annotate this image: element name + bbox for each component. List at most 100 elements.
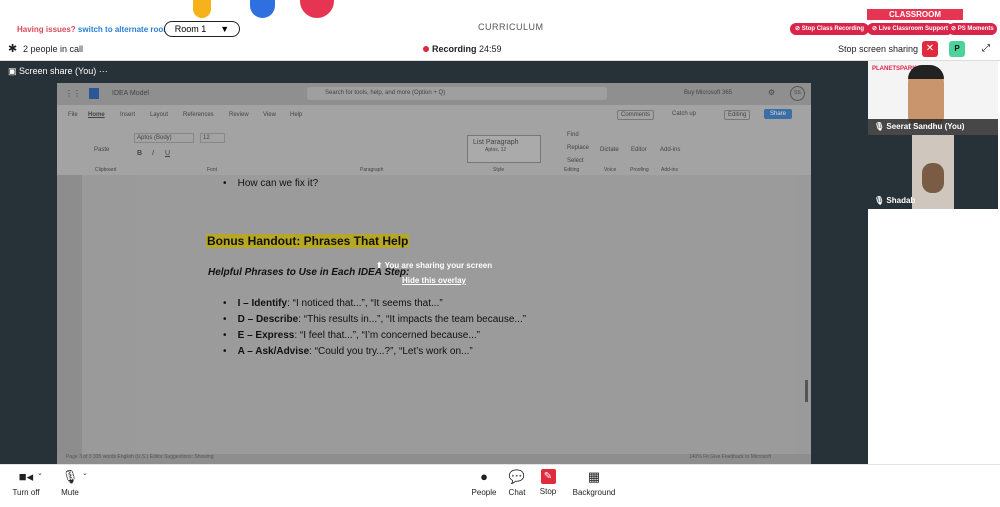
- group-proofing: Proofing: [630, 167, 649, 173]
- document-scrollbar[interactable]: [805, 380, 808, 402]
- background-label: Background: [572, 488, 616, 497]
- tab-insert[interactable]: Insert: [120, 112, 135, 118]
- screen-share-label: Screen share (You): [19, 66, 97, 76]
- room-label: Room 1: [174, 24, 207, 34]
- bottom-control-bar: [0, 464, 1000, 507]
- participant-tile-other[interactable]: 🎙 Shadab: [868, 135, 998, 209]
- group-voice: Voice: [604, 167, 617, 173]
- status-left: Page 3 of 3 335 words English (U.S.) Edi…: [66, 454, 214, 460]
- document-name[interactable]: IDEA Model: [112, 90, 149, 97]
- group-font: Font: [207, 167, 218, 173]
- document-heading: Bonus Handout: Phrases That Help: [206, 234, 410, 248]
- item-term: A – Ask/Advise: [237, 346, 310, 357]
- participant-name: 🎙 Shadab: [874, 196, 915, 205]
- find-button[interactable]: Find: [567, 132, 579, 138]
- gear-icon[interactable]: ✱: [8, 42, 17, 55]
- item-text: : “Could you try...?”, “Let’s work on...…: [309, 346, 473, 357]
- alternate-room-link[interactable]: switch to alternate room: [78, 25, 170, 34]
- live-support-button[interactable]: ⊘ Live Classroom Support: [867, 23, 954, 35]
- background-button[interactable]: ▦ Background: [569, 469, 619, 497]
- tab-references[interactable]: References: [183, 112, 214, 118]
- select-button[interactable]: Select: [567, 158, 584, 164]
- camera-options-chevron-icon[interactable]: ⌄: [37, 469, 43, 477]
- participant-name-text: Seerat Sandhu (You): [886, 122, 965, 131]
- issue-notice: Having issues? switch to alternate room: [17, 25, 170, 34]
- tab-home[interactable]: Home: [88, 112, 105, 118]
- screen-share-tab[interactable]: ▣ Screen share (You) ···: [8, 66, 108, 77]
- word-side-panel: [57, 175, 82, 454]
- share-button[interactable]: Share: [764, 109, 793, 119]
- sharing-label: You are sharing your screen: [384, 261, 493, 270]
- underline-icon[interactable]: U: [165, 150, 170, 157]
- live-support-label: Live Classroom Support: [878, 26, 949, 32]
- word-document-page[interactable]: • How can we fix it? Bonus Handout: Phra…: [136, 175, 808, 454]
- participant-tile-self[interactable]: PLANETSPARK 🎙 Seerat Sandhu (You): [868, 61, 998, 135]
- chat-button[interactable]: 💬 Chat: [506, 469, 528, 497]
- more-options-icon[interactable]: ···: [99, 66, 108, 76]
- word-search-input[interactable]: Search for tools, help, and more (Option…: [307, 87, 607, 100]
- ps-moments-button[interactable]: ⊘ PS Moments: [948, 23, 997, 35]
- call-bar: ✱ 2 people in call Recording 24:59 Stop …: [0, 38, 1000, 61]
- stop-share-button[interactable]: ✎ Stop: [537, 469, 559, 496]
- fullscreen-icon[interactable]: ⤢: [978, 41, 994, 57]
- brand-logo-arc-blue: [250, 0, 275, 18]
- tab-file[interactable]: File: [68, 112, 78, 118]
- participant-name: 🎙 Seerat Sandhu (You): [874, 122, 964, 131]
- stop-class-recording-button[interactable]: ⊘ Stop Class Recording: [790, 23, 870, 35]
- item-term: I – Identify: [237, 298, 288, 309]
- microphone-icon: 🎙: [61, 469, 79, 484]
- item-text: : “I noticed that...”, “It seems that...…: [287, 298, 443, 309]
- chat-label: Chat: [508, 488, 526, 497]
- group-add-ins: Add-ins: [661, 167, 678, 173]
- settings-icon[interactable]: ⚙: [768, 88, 775, 97]
- stop-sharing-button[interactable]: ✕: [922, 41, 938, 57]
- room-selector[interactable]: Room 1 ▼: [164, 21, 240, 37]
- replace-button[interactable]: Replace: [567, 145, 589, 151]
- italic-icon[interactable]: I: [152, 150, 154, 157]
- list-item: • A – Ask/Advise: “Could you try...?”, “…: [223, 346, 473, 357]
- hide-overlay-link[interactable]: Hide this overlay: [374, 276, 494, 285]
- sharing-overlay: ⬆ You are sharing your screen Hide this …: [374, 261, 494, 291]
- app-grid-icon[interactable]: ⋮⋮: [65, 89, 81, 98]
- recording-label: Recording: [432, 44, 477, 54]
- tab-review[interactable]: Review: [229, 112, 249, 118]
- font-name-select[interactable]: Aptos (Body): [134, 133, 194, 143]
- curriculum-label[interactable]: CURRICULUM: [478, 22, 544, 32]
- comments-button[interactable]: Comments: [617, 110, 655, 120]
- mic-options-chevron-icon[interactable]: ⌄: [82, 469, 88, 477]
- font-size-select[interactable]: 12: [200, 133, 225, 143]
- buy-microsoft-link[interactable]: Buy Microsoft 365: [684, 90, 732, 96]
- catch-up-button[interactable]: Catch up: [672, 111, 696, 117]
- chat-bubble-icon: 💬: [508, 469, 526, 484]
- record-dot-icon: [423, 46, 429, 52]
- editor-button[interactable]: Editor: [631, 147, 647, 153]
- stop-sharing-label: Stop screen sharing: [838, 44, 919, 54]
- item-term: D – Describe: [237, 314, 299, 325]
- add-ins-button[interactable]: Add-ins: [660, 147, 680, 153]
- sharing-text: ⬆ You are sharing your screen: [374, 261, 494, 270]
- tab-layout[interactable]: Layout: [150, 112, 168, 118]
- editing-mode-button[interactable]: Editing: [724, 110, 751, 120]
- bold-icon[interactable]: B: [137, 150, 142, 157]
- recording-indicator: Recording 24:59: [423, 44, 502, 54]
- style-gallery[interactable]: List Paragraph Aptos, 12: [467, 135, 541, 163]
- people-button[interactable]: ● People: [469, 469, 499, 497]
- style-font: Aptos, 12: [485, 147, 507, 153]
- user-avatar[interactable]: SS: [790, 86, 805, 101]
- mute-button[interactable]: 🎙 Mute: [58, 469, 82, 497]
- item-term: E – Express: [237, 330, 295, 341]
- share-screen-icon: ⬆: [375, 261, 383, 270]
- list-item: • I – Identify: “I noticed that...”, “It…: [223, 298, 443, 309]
- mic-icon: 🎙: [874, 196, 885, 205]
- tab-help[interactable]: Help: [290, 112, 302, 118]
- mic-icon: 🎙: [874, 122, 885, 131]
- tab-view[interactable]: View: [263, 112, 276, 118]
- ps-moments-label: PS Moments: [957, 26, 994, 32]
- participant-badge[interactable]: P: [949, 41, 965, 57]
- dictate-button[interactable]: Dictate: [600, 147, 619, 153]
- paste-button[interactable]: Paste: [94, 147, 109, 153]
- word-status-bar: Page 3 of 3 335 words English (U.S.) Edi…: [57, 454, 811, 464]
- word-ribbon: File Home Insert Layout References Revie…: [57, 105, 811, 175]
- recording-time: 24:59: [479, 44, 502, 54]
- stop-class-recording-label: Stop Class Recording: [801, 26, 865, 32]
